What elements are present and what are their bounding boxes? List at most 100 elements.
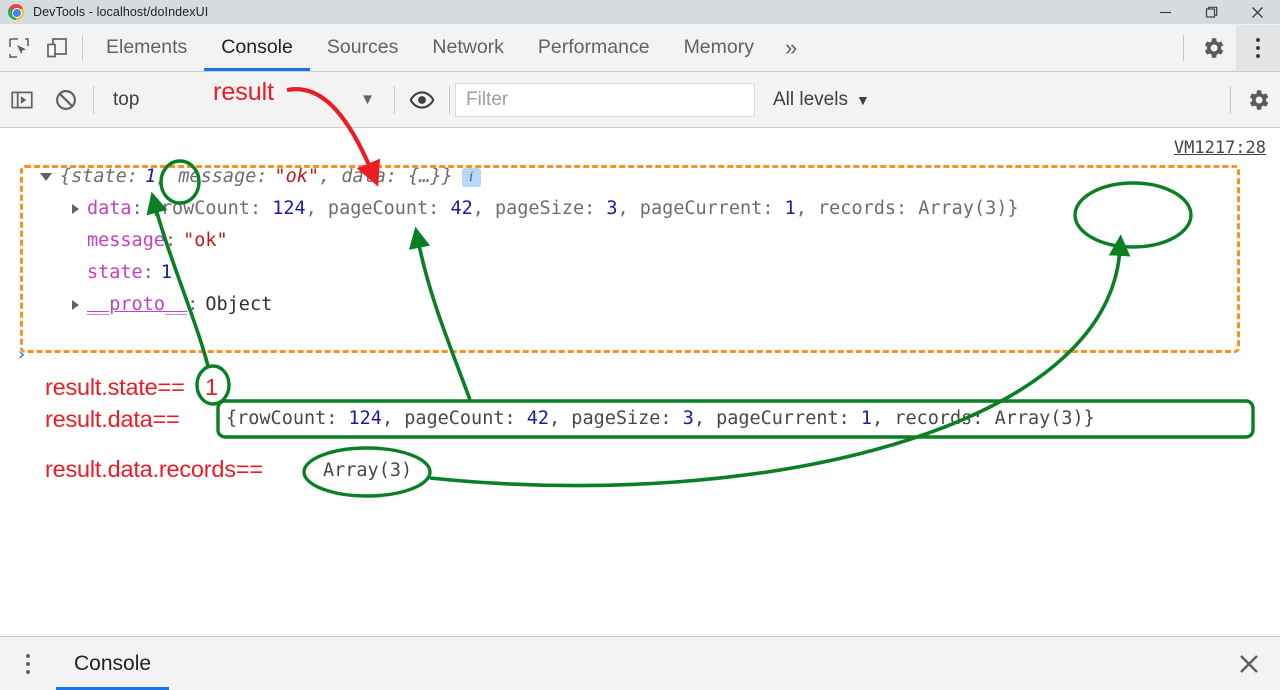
property-key: data bbox=[87, 198, 132, 219]
property-key: message bbox=[87, 230, 165, 251]
toolbar-divider bbox=[394, 85, 395, 114]
console-sidebar-icon[interactable] bbox=[0, 77, 44, 123]
tab-label: Console bbox=[221, 36, 293, 58]
devtools-window: DevTools - localhost/doIndexUI Elements … bbox=[0, 0, 1280, 690]
property-value: "ok" bbox=[183, 230, 228, 251]
property-value: Object bbox=[205, 294, 273, 315]
property-row-state[interactable]: state : 1 bbox=[0, 257, 1280, 289]
close-icon[interactable] bbox=[1218, 637, 1280, 690]
tab-label: Sources bbox=[326, 36, 399, 58]
minimize-button[interactable] bbox=[1142, 0, 1188, 24]
log-level-selector[interactable]: All levels ▼ bbox=[773, 89, 870, 111]
execution-context-label: top bbox=[113, 88, 140, 110]
adata-p4: , pageCurrent: bbox=[693, 408, 861, 429]
gear-icon[interactable] bbox=[1236, 77, 1280, 123]
expand-toggle-icon[interactable] bbox=[40, 173, 52, 181]
property-row-data[interactable]: data : {rowCount: 124, pageCount: 42, pa… bbox=[0, 193, 1280, 225]
adata-pagecurrent: 1 bbox=[860, 408, 873, 429]
chrome-logo-icon bbox=[8, 4, 24, 20]
maximize-button[interactable] bbox=[1188, 0, 1234, 24]
close-button[interactable] bbox=[1234, 0, 1280, 24]
source-location-link[interactable]: VM1217:28 bbox=[1174, 138, 1266, 158]
adata-pagesize: 3 bbox=[682, 408, 694, 429]
drawer-tab-label: Console bbox=[74, 651, 152, 675]
tab-label: Performance bbox=[537, 36, 650, 58]
gear-icon[interactable] bbox=[1190, 25, 1236, 71]
annotation-state-value: 1 bbox=[205, 374, 219, 400]
property-separator: : bbox=[131, 198, 143, 219]
filter-input[interactable]: Filter bbox=[455, 82, 755, 117]
annotation-data-value: {rowCount: 124, pageCount: 42, pageSize:… bbox=[226, 408, 1095, 429]
kebab-menu-icon[interactable] bbox=[1236, 24, 1280, 71]
kebab-menu-icon[interactable] bbox=[0, 637, 56, 690]
annotation-line-data: result.data== bbox=[45, 406, 180, 432]
more-tabs-icon[interactable]: » bbox=[771, 25, 811, 71]
property-row-proto[interactable]: __proto__ : Object bbox=[0, 289, 1280, 321]
data-p2: , pageCount: bbox=[305, 198, 451, 219]
tab-bar-actions bbox=[1177, 24, 1280, 72]
device-toolbar-icon[interactable] bbox=[38, 27, 76, 69]
window-title-bar: DevTools - localhost/doIndexUI bbox=[0, 0, 1280, 24]
property-separator: : bbox=[187, 294, 199, 315]
data-p5: , records: Array(3)} bbox=[795, 198, 1019, 219]
preview-tail: , data: {…}} bbox=[319, 166, 453, 187]
tab-label: Network bbox=[432, 36, 504, 58]
filter-placeholder: Filter bbox=[466, 88, 509, 110]
adata-p5: , records: Array(3)} bbox=[872, 408, 1095, 429]
console-message: {state: 1 , message: "ok" , data: {…}} i… bbox=[0, 161, 1280, 321]
more-tabs-label: » bbox=[784, 34, 798, 60]
tab-console[interactable]: Console bbox=[204, 25, 310, 71]
preview-message-value: "ok" bbox=[274, 166, 320, 187]
annotation-result-label: result bbox=[213, 78, 275, 106]
devtools-tab-bar: Elements Console Sources Network Perform… bbox=[0, 24, 1280, 72]
data-pagecount: 42 bbox=[450, 198, 473, 219]
preview-open: {state: bbox=[60, 166, 138, 187]
log-level-label: All levels bbox=[773, 88, 848, 110]
toolbar-divider bbox=[1183, 34, 1184, 61]
annotation-line-state: result.state== bbox=[45, 374, 185, 400]
console-drawer: Console bbox=[0, 636, 1280, 690]
toolbar-divider bbox=[449, 85, 450, 114]
console-toolbar-actions bbox=[1225, 77, 1280, 123]
live-expression-icon[interactable] bbox=[400, 77, 444, 123]
tab-elements[interactable]: Elements bbox=[89, 25, 204, 71]
toolbar-divider bbox=[82, 34, 83, 61]
property-key: __proto__ bbox=[87, 294, 188, 315]
expand-toggle-icon[interactable] bbox=[72, 300, 79, 310]
tab-label: Memory bbox=[683, 36, 754, 58]
tab-sources[interactable]: Sources bbox=[310, 25, 416, 71]
data-pagesize: 3 bbox=[606, 198, 618, 219]
tab-performance[interactable]: Performance bbox=[521, 25, 667, 71]
object-preview-row[interactable]: {state: 1 , message: "ok" , data: {…}} i bbox=[0, 161, 1280, 193]
property-value: 1 bbox=[160, 262, 172, 283]
data-rowcount: 124 bbox=[272, 198, 306, 219]
property-key: state bbox=[87, 262, 143, 283]
drawer-tab-console[interactable]: Console bbox=[56, 637, 170, 690]
inspect-element-icon[interactable] bbox=[0, 27, 38, 69]
data-pagecurrent: 1 bbox=[784, 198, 796, 219]
annotation-line-records: result.data.records== bbox=[45, 456, 263, 482]
tab-memory[interactable]: Memory bbox=[667, 25, 771, 71]
window-title: DevTools - localhost/doIndexUI bbox=[33, 5, 209, 19]
data-p1: {rowCount: bbox=[149, 198, 273, 219]
window-controls bbox=[1142, 0, 1280, 24]
adata-p1: {rowCount: bbox=[226, 408, 349, 429]
adata-p3: , pageSize: bbox=[549, 408, 683, 429]
data-p4: , pageCurrent: bbox=[617, 198, 785, 219]
annotation-records-value: Array(3) bbox=[323, 460, 413, 481]
info-icon[interactable]: i bbox=[461, 167, 481, 187]
property-row-message[interactable]: message : "ok" bbox=[0, 225, 1280, 257]
preview-mid: , message: bbox=[156, 166, 268, 187]
console-prompt-caret[interactable]: › bbox=[16, 344, 27, 365]
expand-toggle-icon[interactable] bbox=[72, 204, 79, 214]
tab-label: Elements bbox=[106, 36, 188, 58]
tab-network[interactable]: Network bbox=[415, 25, 521, 71]
property-separator: : bbox=[142, 262, 154, 283]
console-output-area[interactable]: VM1217:28 {state: 1 , message: "ok" , da… bbox=[0, 128, 1280, 636]
property-value: {rowCount: 124, pageCount: 42, pageSize:… bbox=[150, 193, 1019, 225]
chevron-down-icon: ▼ bbox=[360, 91, 375, 108]
clear-console-icon[interactable] bbox=[44, 77, 88, 123]
adata-p2: , pageCount: bbox=[381, 408, 527, 429]
toolbar-divider bbox=[93, 85, 94, 114]
console-toolbar: top ▼ Filter All levels ▼ bbox=[0, 72, 1280, 128]
